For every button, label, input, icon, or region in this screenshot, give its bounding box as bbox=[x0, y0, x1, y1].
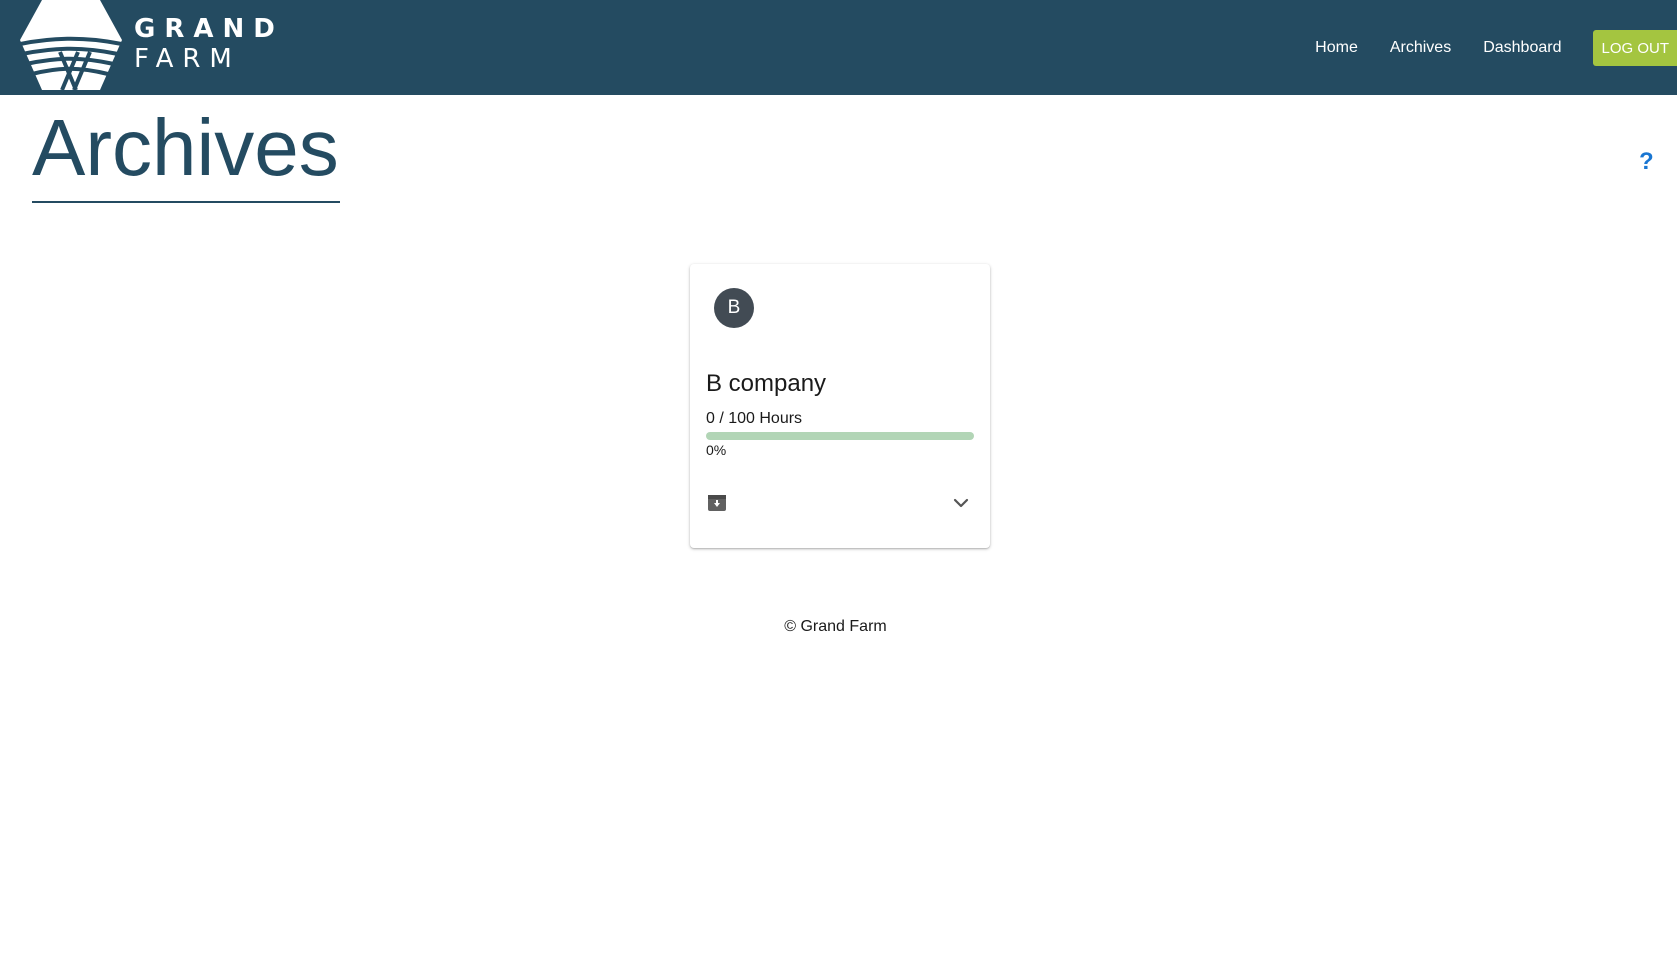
grand-farm-logo[interactable]: GRAND FARM bbox=[20, 0, 280, 90]
title-underline bbox=[32, 201, 340, 203]
hours-progress-bar bbox=[706, 432, 974, 440]
progress-percent: 0% bbox=[706, 442, 727, 458]
grand-farm-logo-icon bbox=[20, 0, 122, 90]
nav-dashboard-link[interactable]: Dashboard bbox=[1483, 39, 1561, 57]
company-name: B company bbox=[706, 370, 827, 397]
logo-line-grand: GRAND bbox=[134, 14, 284, 44]
logo-line-farm: FARM bbox=[134, 44, 241, 74]
company-card: B B company 0 / 100 Hours 0% bbox=[690, 264, 990, 548]
page-title: Archives bbox=[32, 103, 339, 192]
help-button[interactable]: ? bbox=[1639, 148, 1654, 176]
nav-home-link[interactable]: Home bbox=[1315, 39, 1358, 57]
main-nav: Home Archives Dashboard LOG OUT bbox=[1315, 30, 1677, 66]
logout-button[interactable]: LOG OUT bbox=[1593, 30, 1677, 66]
footer-copyright: © Grand Farm bbox=[784, 618, 887, 635]
unarchive-icon[interactable] bbox=[706, 492, 728, 514]
avatar: B bbox=[714, 288, 754, 328]
top-app-bar: GRAND FARM Home Archives Dashboard LOG O… bbox=[0, 0, 1677, 95]
nav-archives-link[interactable]: Archives bbox=[1390, 39, 1451, 57]
logo-wordmark: GRAND FARM bbox=[134, 14, 284, 74]
chevron-down-icon[interactable] bbox=[950, 492, 972, 514]
hours-label: 0 / 100 Hours bbox=[706, 410, 803, 427]
